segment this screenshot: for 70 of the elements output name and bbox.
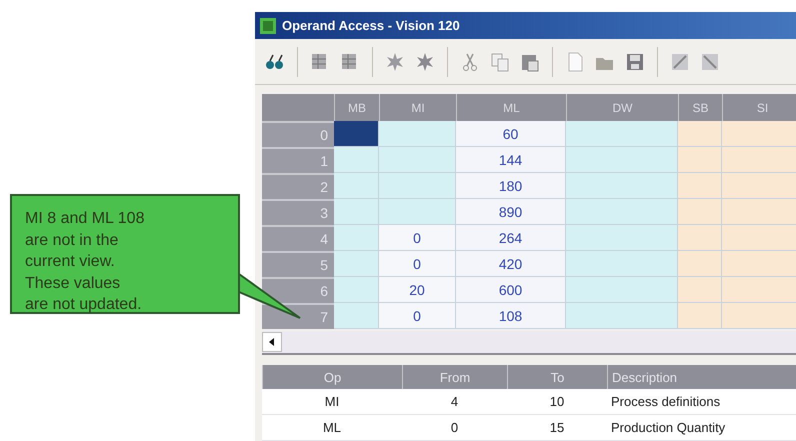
row-header[interactable]: 6	[262, 277, 334, 303]
row-header[interactable]: 3	[262, 199, 334, 225]
left-arrow-icon	[268, 338, 276, 346]
table-cell[interactable]	[722, 199, 796, 225]
table-cell[interactable]: 180	[456, 173, 566, 199]
table-cell[interactable]	[722, 225, 796, 251]
table-cell[interactable]: 890	[456, 199, 566, 225]
table-cell-text: Production Quantity	[610, 419, 726, 437]
table-cell[interactable]	[678, 147, 722, 173]
table-cell[interactable]	[722, 303, 796, 329]
row-header[interactable]: 0	[262, 121, 334, 147]
table-cell[interactable]	[722, 121, 796, 147]
table-cell[interactable]: 60	[456, 121, 566, 147]
table-cell[interactable]	[334, 277, 379, 303]
table-cell[interactable]	[678, 121, 722, 147]
table-cell[interactable]	[334, 251, 379, 277]
table-cell-text: MI	[324, 393, 340, 411]
table-cell[interactable]	[678, 199, 722, 225]
table-cell[interactable]: 420	[456, 251, 566, 277]
table-cell-text: 0	[450, 419, 460, 437]
table-cell[interactable]	[678, 251, 722, 277]
table-cell[interactable]: 20	[379, 277, 456, 303]
row-header[interactable]: 1	[262, 147, 334, 173]
table-cell[interactable]	[566, 121, 678, 147]
window-title: Operand Access - Vision 120	[282, 18, 460, 34]
table-cell[interactable]	[678, 225, 722, 251]
table-cell[interactable]: 264	[456, 225, 566, 251]
row-header[interactable]: 7	[262, 303, 334, 329]
table-cell[interactable]: 600	[456, 277, 566, 303]
table-cell[interactable]	[379, 199, 456, 225]
table-cell[interactable]: 0	[379, 225, 456, 251]
table-cell[interactable]	[566, 199, 678, 225]
row-header[interactable]: 5	[262, 251, 334, 277]
table-cell-text: 15	[548, 419, 566, 437]
table-cell-text: 10	[548, 393, 566, 411]
row-header[interactable]: 4	[262, 225, 334, 251]
table-cell-text: ML	[322, 419, 342, 437]
table-cell[interactable]	[678, 303, 722, 329]
table-cell[interactable]	[722, 277, 796, 303]
table-cell[interactable]	[334, 147, 379, 173]
table-cell[interactable]	[566, 173, 678, 199]
callout-text: MI 8 and ML 108 are not in the current view. These values are not updated.	[25, 209, 144, 315]
table-cell[interactable]	[678, 173, 722, 199]
table-cell-text: 4	[450, 393, 460, 411]
table-cell[interactable]	[566, 147, 678, 173]
table-cell[interactable]: 144	[456, 147, 566, 173]
table-cell[interactable]	[566, 251, 678, 277]
table-cell[interactable]	[722, 147, 796, 173]
table-cell[interactable]	[379, 173, 456, 199]
table-cell[interactable]	[334, 121, 379, 147]
row-header[interactable]: 2	[262, 173, 334, 199]
table-cell[interactable]	[379, 121, 456, 147]
table-cell[interactable]	[722, 251, 796, 277]
table-cell[interactable]	[566, 277, 678, 303]
table-cell[interactable]	[334, 303, 379, 329]
scroll-left-button[interactable]	[262, 332, 282, 352]
table-cell[interactable]: 0	[379, 251, 456, 277]
app-icon	[259, 16, 277, 35]
table-cell[interactable]	[379, 147, 456, 173]
table-cell[interactable]: 108	[456, 303, 566, 329]
table-cell[interactable]	[678, 277, 722, 303]
table-cell-text: Process definitions	[610, 393, 722, 411]
table-cell[interactable]	[334, 225, 379, 251]
table-cell[interactable]	[566, 225, 678, 251]
table-cell[interactable]	[334, 173, 379, 199]
table-cell[interactable]	[566, 303, 678, 329]
table-cell[interactable]	[722, 173, 796, 199]
table-cell[interactable]	[334, 199, 379, 225]
table-cell[interactable]: 0	[379, 303, 456, 329]
scroll-bar[interactable]	[262, 331, 796, 355]
